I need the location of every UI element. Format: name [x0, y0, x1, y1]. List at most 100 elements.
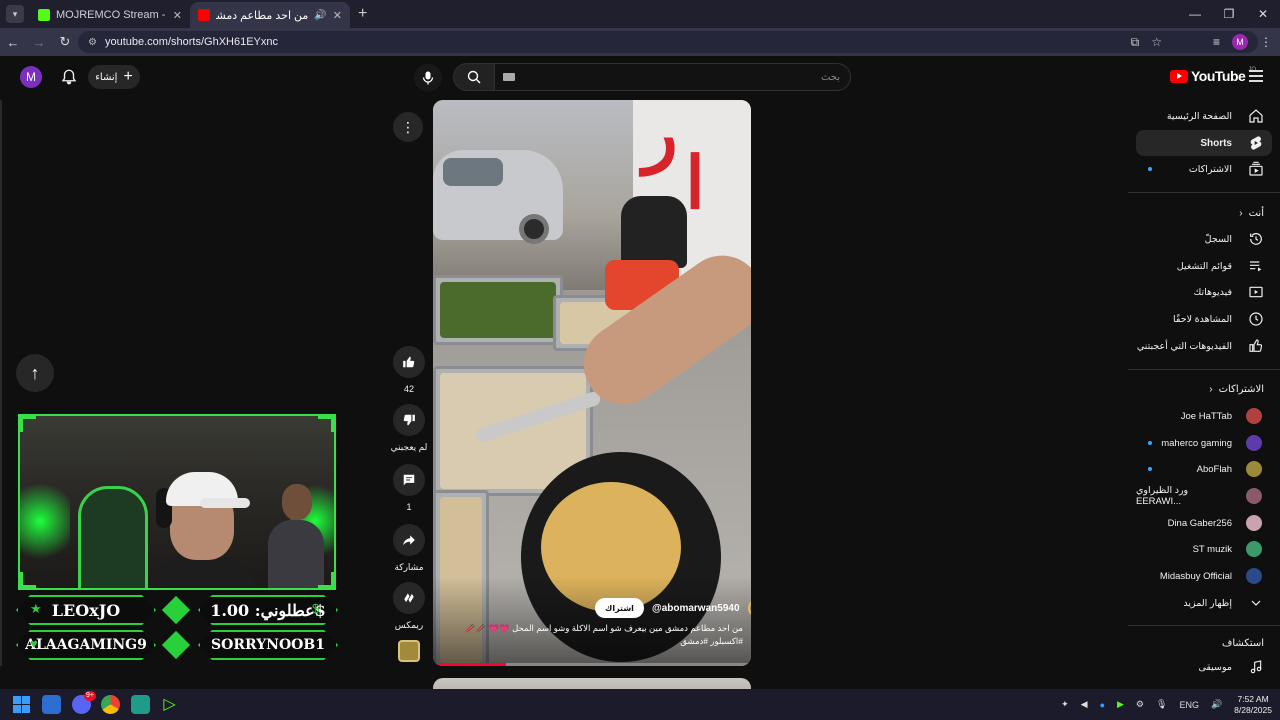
- notifications-bell-icon[interactable]: [60, 68, 78, 86]
- logo-text: YouTube: [1191, 68, 1246, 84]
- sidebar-item-playlists[interactable]: قوائم التشغيل: [1136, 253, 1272, 279]
- progress-bar[interactable]: [433, 663, 751, 666]
- browser-menu-icon[interactable]: ⋮: [1260, 35, 1272, 49]
- sidebar-item-liked-videos[interactable]: الفيديوهات التي أعجبتني: [1136, 333, 1272, 359]
- steam-icon[interactable]: ⚙: [1136, 699, 1144, 710]
- channel-name: Midasbuy Official: [1159, 570, 1232, 582]
- browser-toolbar: ← → ↻ ⚙ youtube.com/shorts/GhXH61EYxnc ⧉…: [0, 28, 1280, 56]
- app-icon[interactable]: [131, 695, 150, 714]
- sidebar-item-label: الفيديوهات التي أعجبتني: [1136, 340, 1232, 352]
- more-options-button[interactable]: ⋮: [393, 112, 423, 142]
- shorts-video-player[interactable]: ر ا اشتراك @abomarwan5940 من احد مطاعم د…: [433, 100, 751, 666]
- clock-time: 7:52 AM: [1237, 693, 1269, 704]
- microphone-icon[interactable]: 🎙: [1156, 699, 1167, 710]
- video-caption[interactable]: من احد مطاعم دمشق مين بيعرف شو اسم الاكل…: [443, 622, 743, 648]
- sidebar-item-label: قوائم التشغيل: [1176, 260, 1232, 272]
- remix-button[interactable]: [393, 582, 425, 614]
- close-window-button[interactable]: ✕: [1246, 0, 1280, 28]
- cap-brim: [200, 498, 250, 508]
- sidebar-item-watch-later[interactable]: المشاهدة لاحقًا: [1136, 306, 1272, 332]
- volume-icon[interactable]: 🔊: [1211, 699, 1222, 710]
- sidebar-item-shorts[interactable]: Shorts: [1136, 130, 1272, 156]
- search-button[interactable]: [453, 63, 495, 91]
- clock[interactable]: 7:52 AM 8/28/2025: [1234, 694, 1272, 716]
- site-info-icon[interactable]: ⚙: [88, 37, 97, 48]
- sidebar-item-subscriptions[interactable]: الاشتراكات: [1136, 156, 1272, 182]
- sidebar-item-label: فيديوهاتك: [1193, 286, 1232, 298]
- voice-search-button[interactable]: [414, 64, 442, 92]
- chevron-down-icon: [1251, 600, 1261, 606]
- tab-mojremco[interactable]: MOJREMCO Stream - Watch Li ✕: [30, 2, 190, 28]
- green-glow: [20, 476, 70, 566]
- divider: [1128, 369, 1280, 370]
- forward-button[interactable]: →: [26, 35, 52, 50]
- youtube-favicon-icon: [198, 9, 210, 21]
- reading-list-icon[interactable]: ≡: [1213, 35, 1220, 49]
- install-app-icon[interactable]: ⧉: [1131, 35, 1140, 50]
- section-title: الاشتراكات: [1218, 383, 1264, 395]
- sound-channel-thumbnail[interactable]: [398, 640, 420, 662]
- kick-tray-icon[interactable]: ▶: [1117, 699, 1124, 710]
- kick-icon[interactable]: ▷: [160, 695, 179, 714]
- divider: [0, 100, 2, 666]
- tab-search-icon[interactable]: ▾: [6, 5, 24, 23]
- chrome-icon[interactable]: [101, 695, 120, 714]
- guide-menu-icon[interactable]: [1249, 70, 1263, 82]
- sidebar-item-home[interactable]: الصفحة الرئيسية: [1136, 103, 1272, 129]
- search-input[interactable]: بحث: [494, 63, 851, 91]
- like-button[interactable]: [393, 346, 425, 378]
- subscribe-button[interactable]: اشتراك: [595, 598, 644, 618]
- account-avatar[interactable]: M: [20, 66, 42, 88]
- profile-avatar[interactable]: M: [1232, 34, 1248, 50]
- bookmark-star-icon[interactable]: ☆: [1151, 35, 1162, 49]
- progress-fill: [433, 663, 507, 666]
- sidebar-subscription-item[interactable]: ورد الظيراوي EERAWI...: [1136, 483, 1272, 509]
- minimize-button[interactable]: —: [1178, 0, 1212, 28]
- tray-app-icon[interactable]: ◀: [1081, 699, 1088, 710]
- sidebar-subscription-item[interactable]: Dina Gaber256: [1136, 510, 1272, 536]
- section-subscriptions[interactable]: › الاشتراكات: [1136, 379, 1272, 399]
- sidebar-subscription-item[interactable]: Joe HaTTab: [1136, 403, 1272, 429]
- dislike-label: لم يعجبني: [390, 442, 428, 452]
- address-bar[interactable]: ⚙ youtube.com/shorts/GhXH61EYxnc ⧉ ☆: [78, 31, 1258, 53]
- system-tray: ✦ ◀ ● ▶ ⚙ 🎙 ENG 🔊 7:52 AM 8/28/2025: [1061, 689, 1272, 720]
- sidebar-subscription-item[interactable]: Midasbuy Official: [1136, 563, 1272, 589]
- previous-short-button[interactable]: ↑: [16, 354, 54, 392]
- sidebar-item-your-videos[interactable]: فيديوهاتك: [1136, 279, 1272, 305]
- sidebar-subscription-item[interactable]: maherco gaming: [1136, 430, 1272, 456]
- channel-name: maherco gaming: [1161, 437, 1232, 449]
- comments-button[interactable]: [393, 464, 425, 496]
- channel-avatar[interactable]: [747, 599, 751, 617]
- sidebar-subscription-item[interactable]: ST muzik: [1136, 536, 1272, 562]
- start-button[interactable]: [13, 696, 30, 713]
- discord-icon[interactable]: 9+: [72, 691, 96, 714]
- create-button[interactable]: إنشاء +: [88, 65, 140, 89]
- tray-app-icon[interactable]: ●: [1100, 700, 1105, 710]
- dislike-button[interactable]: [393, 404, 425, 436]
- tab-title: MOJREMCO Stream - Watch Li: [56, 9, 167, 21]
- divider: [1128, 192, 1280, 193]
- sidebar-item-history[interactable]: السجلّ: [1136, 226, 1272, 252]
- share-button[interactable]: [393, 524, 425, 556]
- section-you[interactable]: › أنت: [1136, 203, 1272, 223]
- new-tab-button[interactable]: +: [358, 5, 367, 23]
- search-placeholder: بحث: [820, 71, 840, 83]
- show-more-button[interactable]: إظهار المزيد: [1136, 590, 1272, 616]
- channel-handle[interactable]: @abomarwan5940: [652, 603, 740, 614]
- language-indicator[interactable]: ENG: [1179, 700, 1199, 710]
- sidebar-item-music[interactable]: موسيقى: [1136, 654, 1272, 680]
- back-button[interactable]: ←: [0, 35, 26, 50]
- sidebar-subscription-item[interactable]: AboFlah: [1136, 456, 1272, 482]
- speaker-icon[interactable]: 🔊: [314, 10, 326, 21]
- close-icon[interactable]: ✕: [333, 9, 342, 22]
- file-explorer-icon[interactable]: [42, 695, 61, 714]
- stream-overlay: LEOxJO ★ عطلوني: 1.00$ $ ALAAGAMING9 ♥ S…: [16, 412, 338, 662]
- tab-youtube-short[interactable]: من احد مطاعم دمشق مين بي 🔊 ✕: [190, 2, 350, 28]
- reload-button[interactable]: ↻: [52, 34, 78, 50]
- tray-app-icon[interactable]: ✦: [1061, 699, 1069, 710]
- close-icon[interactable]: ✕: [173, 9, 182, 22]
- restore-button[interactable]: ❐: [1212, 0, 1246, 28]
- car-window: [443, 158, 503, 186]
- keyboard-icon[interactable]: [503, 73, 515, 81]
- youtube-logo[interactable]: YouTube JO: [1170, 67, 1256, 84]
